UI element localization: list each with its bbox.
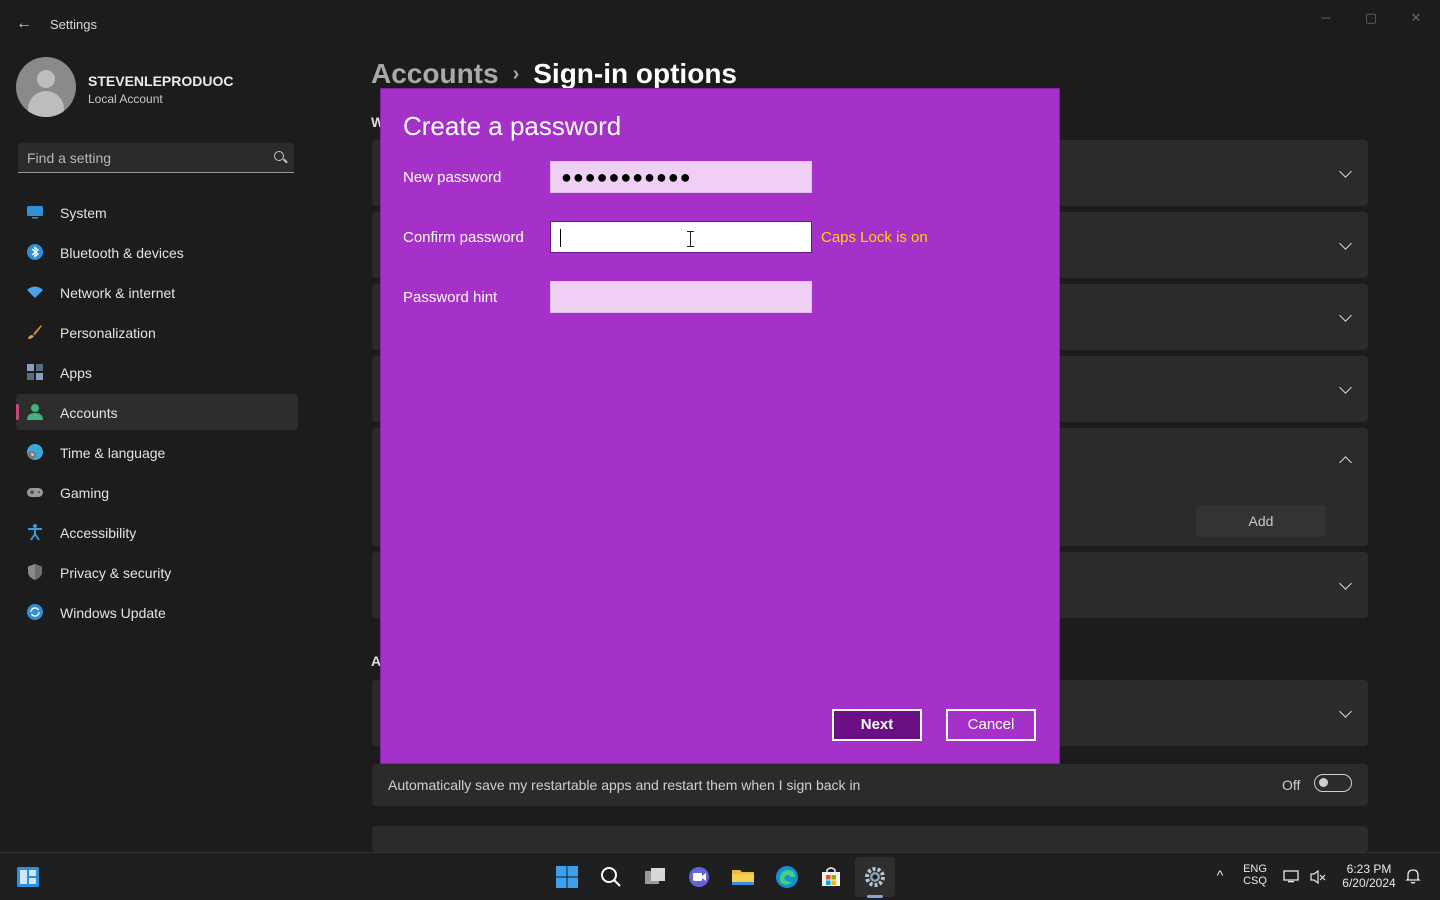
sidebar-item-label: Bluetooth & devices (60, 245, 184, 261)
bluetooth-icon (27, 244, 43, 260)
sidebar-item-time-language[interactable]: Time & language (16, 434, 298, 470)
chevron-down-icon[interactable] (1339, 381, 1352, 394)
task-view-icon[interactable] (643, 865, 667, 889)
sidebar-item-label: Accessibility (60, 525, 137, 541)
toggle-state-label: Off (1282, 777, 1301, 793)
active-indicator (867, 895, 883, 898)
back-button[interactable]: ← (14, 14, 34, 34)
apps-icon (27, 364, 43, 380)
user-name: STEVENLEPRODUOC (88, 73, 234, 89)
wifi-icon (27, 286, 43, 298)
chat-icon[interactable] (687, 865, 711, 889)
breadcrumb: Accounts › Sign-in options (371, 58, 737, 90)
confirm-password-field[interactable] (550, 221, 812, 253)
ibeam-cursor-icon (687, 231, 694, 247)
chevron-right-icon: › (512, 63, 520, 85)
chevron-down-icon[interactable] (1339, 577, 1352, 590)
search-input[interactable] (18, 143, 269, 173)
new-password-field[interactable] (550, 161, 812, 193)
page-title: Sign-in options (533, 58, 737, 89)
sidebar-item-apps[interactable]: Apps (16, 354, 298, 390)
settings-card[interactable] (372, 826, 1368, 852)
brush-icon (28, 325, 42, 339)
accessibility-icon (28, 524, 42, 541)
sidebar-item-gaming[interactable]: Gaming (16, 474, 298, 510)
start-icon[interactable] (555, 865, 579, 889)
avatar (16, 57, 76, 117)
language-code: ENG (1243, 863, 1267, 875)
maximize-button[interactable]: ▢ (1356, 8, 1386, 28)
sidebar-item-system[interactable]: System (16, 194, 298, 230)
search-icon[interactable] (599, 865, 623, 889)
restart-apps-label: Automatically save my restartable apps a… (388, 777, 861, 793)
caps-lock-warning: Caps Lock is on (821, 229, 928, 246)
clock[interactable]: 6:23 PM 6/20/2024 (1334, 862, 1404, 890)
account-type: Local Account (88, 92, 163, 106)
new-password-label: New password (403, 169, 502, 186)
sidebar-item-personalization[interactable]: Personalization (16, 314, 298, 350)
breadcrumb-parent[interactable]: Accounts (371, 58, 499, 89)
file-explorer-icon[interactable] (731, 865, 755, 889)
sidebar-item-label: Personalization (60, 325, 156, 341)
accounts-icon (27, 404, 43, 420)
system-icon (27, 206, 43, 219)
cancel-button[interactable]: Cancel (946, 709, 1036, 741)
password-hint-field[interactable] (550, 281, 812, 313)
store-icon[interactable] (819, 865, 843, 889)
chevron-down-icon[interactable] (1339, 237, 1352, 250)
sidebar-item-label: Windows Update (60, 605, 166, 621)
gamepad-icon (27, 488, 43, 497)
password-hint-label: Password hint (403, 289, 498, 306)
create-password-dialog: Create a password New password Confirm p… (380, 88, 1060, 764)
sidebar-item-label: System (60, 205, 107, 221)
globe-clock-icon (27, 444, 43, 460)
sidebar-item-windows-update[interactable]: Windows Update (16, 594, 298, 630)
sidebar-item-network[interactable]: Network & internet (16, 274, 298, 310)
sidebar-item-label: Network & internet (60, 285, 176, 301)
keyboard-layout: CSQ (1243, 875, 1267, 887)
language-indicator[interactable]: ENG CSQ (1238, 863, 1272, 887)
clock-date: 6/20/2024 (1342, 876, 1396, 890)
confirm-password-label: Confirm password (403, 229, 524, 246)
sidebar-item-label: Privacy & security (60, 565, 172, 581)
minimize-button[interactable]: ─ (1311, 8, 1341, 28)
text-caret (560, 229, 561, 247)
sidebar-item-label: Time & language (60, 445, 166, 461)
search-icon[interactable] (274, 151, 284, 161)
title-bar: ← Settings ─ ▢ ✕ (0, 0, 1440, 48)
user-profile[interactable]: STEVENLEPRODUOC Local Account (16, 57, 316, 117)
sidebar-item-privacy[interactable]: Privacy & security (16, 554, 298, 590)
chevron-down-icon[interactable] (1339, 309, 1352, 322)
edge-icon[interactable] (775, 865, 799, 889)
network-icon[interactable] (1282, 867, 1302, 887)
notification-bell-icon[interactable] (1404, 867, 1422, 885)
sidebar-item-bluetooth[interactable]: Bluetooth & devices (16, 234, 298, 270)
settings-gear-icon[interactable] (863, 865, 887, 889)
clock-time: 6:23 PM (1346, 862, 1392, 876)
widgets-icon[interactable] (16, 865, 40, 889)
add-button[interactable]: Add (1196, 505, 1326, 537)
next-button[interactable]: Next (832, 709, 922, 741)
settings-search[interactable] (18, 143, 294, 173)
dialog-title: Create a password (403, 111, 622, 141)
chevron-down-icon[interactable] (1339, 705, 1352, 718)
close-button[interactable]: ✕ (1401, 8, 1431, 28)
sidebar-item-accounts[interactable]: Accounts (16, 394, 298, 430)
restart-apps-row: Automatically save my restartable apps a… (372, 764, 1368, 806)
volume-muted-icon[interactable] (1308, 867, 1328, 887)
shield-icon (28, 564, 42, 580)
tray-overflow-chevron-icon[interactable]: ^ (1208, 867, 1232, 883)
update-icon (27, 604, 43, 620)
app-title: Settings (50, 17, 97, 32)
chevron-up-icon[interactable] (1339, 456, 1352, 469)
sidebar-nav: System Bluetooth & devices Network & int… (16, 194, 298, 634)
restart-apps-toggle[interactable] (1314, 774, 1352, 792)
sidebar-item-label: Accounts (60, 405, 118, 421)
taskbar: ^ ENG CSQ 6:23 PM 6/20/2024 (0, 852, 1440, 900)
sidebar-item-label: Gaming (60, 485, 110, 501)
chevron-down-icon[interactable] (1339, 165, 1352, 178)
sidebar-item-accessibility[interactable]: Accessibility (16, 514, 298, 550)
sidebar-item-label: Apps (60, 365, 92, 381)
